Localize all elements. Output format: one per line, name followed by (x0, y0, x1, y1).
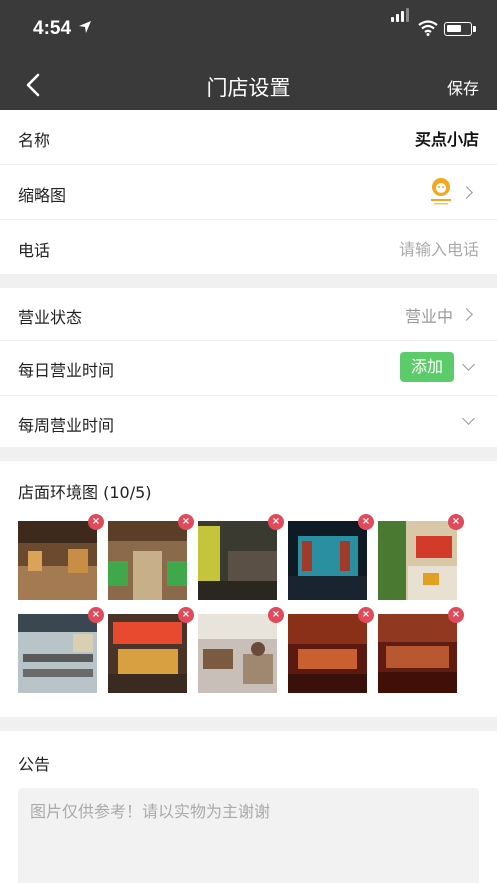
chevron-down-icon (462, 412, 475, 425)
store-photo[interactable]: × (18, 514, 104, 600)
store-photo[interactable]: × (108, 607, 194, 693)
daily-hours-row[interactable]: 每日营业时间 添加 (0, 341, 497, 396)
delete-photo-button[interactable]: × (358, 607, 374, 623)
gallery-title: 店面环境图 (10/5) (18, 483, 152, 502)
basic-info-section: 名称 买点小店 缩略图 电话 请输入电话 (0, 110, 497, 274)
store-photo-image (198, 614, 277, 693)
store-photo[interactable]: × (378, 514, 464, 600)
status-bar: 4:54 (0, 0, 497, 60)
delete-photo-button[interactable]: × (178, 514, 194, 530)
store-photo-image (108, 614, 187, 693)
notice-textarea[interactable]: 图片仅供参考！请以实物为主谢谢 (18, 788, 479, 883)
store-photo[interactable]: × (18, 607, 104, 693)
chevron-down-icon (462, 358, 475, 371)
store-photo[interactable]: × (198, 607, 284, 693)
save-button[interactable]: 保存 (447, 75, 479, 99)
business-hours-section: 营业状态 营业中 每日营业时间 添加 每周营业时间 (0, 288, 497, 447)
store-photo[interactable]: × (288, 514, 374, 600)
store-photo-image (18, 614, 97, 693)
notice-section: 公告 图片仅供参考！请以实物为主谢谢 (0, 731, 497, 883)
store-photo[interactable]: × (378, 607, 464, 693)
delete-photo-button[interactable]: × (268, 514, 284, 530)
store-name-value[interactable]: 买点小店 (415, 126, 479, 150)
store-photo-image (378, 521, 457, 600)
store-photo-image (108, 521, 187, 600)
store-photo[interactable]: × (288, 607, 374, 693)
store-photo[interactable]: × (108, 514, 194, 600)
thumbnail-row[interactable]: 缩略图 (0, 165, 497, 220)
delete-photo-button[interactable]: × (448, 514, 464, 530)
page-title: 门店设置 (206, 76, 291, 100)
store-name-row[interactable]: 名称 买点小店 (0, 110, 497, 165)
store-photo-image (288, 521, 367, 600)
weekly-hours-row[interactable]: 每周营业时间 (0, 396, 497, 447)
store-photo[interactable]: × (198, 514, 284, 600)
delete-photo-button[interactable]: × (448, 607, 464, 623)
business-status-value: 营业中 (404, 307, 453, 326)
chevron-right-icon (460, 308, 473, 321)
phone-row[interactable]: 电话 请输入电话 (0, 220, 497, 275)
wifi-icon (418, 20, 438, 36)
phone-input[interactable]: 请输入电话 (399, 236, 479, 260)
nav-bar: 门店设置 保存 (0, 60, 497, 110)
store-logo-icon (431, 178, 451, 205)
add-hours-button[interactable]: 添加 (400, 352, 454, 382)
store-photo-image (198, 521, 277, 600)
phone-label: 电话 (18, 241, 51, 260)
daily-hours-label: 每日营业时间 (18, 361, 115, 380)
business-status-label: 营业状态 (18, 308, 83, 327)
weekly-hours-label: 每周营业时间 (18, 416, 115, 435)
delete-photo-button[interactable]: × (88, 607, 104, 623)
battery-icon (444, 22, 476, 36)
store-photo-image (288, 614, 367, 693)
gallery-section: 店面环境图 (10/5) × × × × × × × × × × (0, 461, 497, 717)
status-time: 4:54 (33, 18, 72, 39)
business-status-row[interactable]: 营业状态 营业中 (0, 288, 497, 341)
store-photo-image (378, 614, 457, 693)
thumbnail-label: 缩略图 (18, 186, 67, 205)
chevron-right-icon (460, 186, 473, 199)
notice-title: 公告 (18, 755, 51, 774)
delete-photo-button[interactable]: × (268, 607, 284, 623)
store-photo-image (18, 521, 97, 600)
delete-photo-button[interactable]: × (88, 514, 104, 530)
delete-photo-button[interactable]: × (358, 514, 374, 530)
location-arrow-icon (79, 21, 91, 33)
store-name-label: 名称 (18, 131, 51, 150)
delete-photo-button[interactable]: × (178, 607, 194, 623)
